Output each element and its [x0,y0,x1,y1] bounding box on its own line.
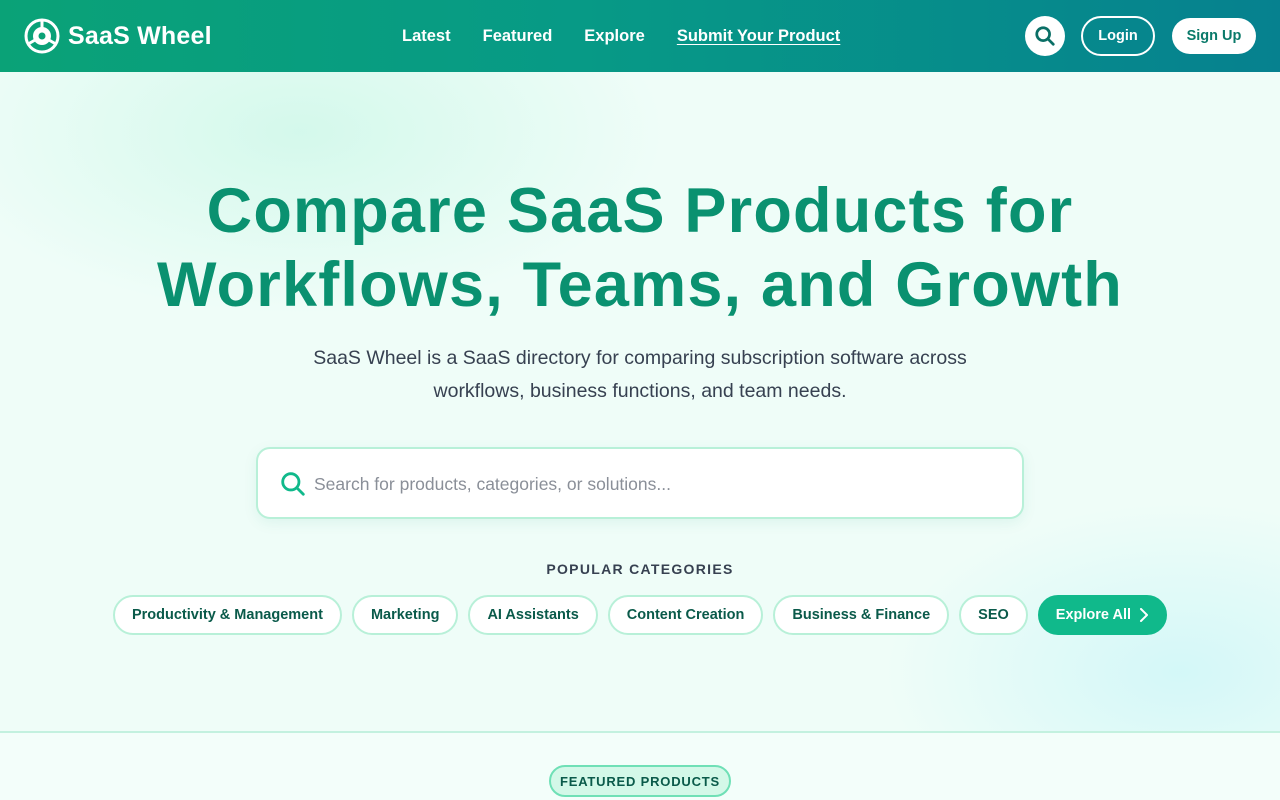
category-chip-content-creation[interactable]: Content Creation [607,595,764,635]
category-chip-ai-assistants[interactable]: AI Assistants [468,595,598,635]
category-chip-productivity[interactable]: Productivity & Management [112,595,342,635]
hero-subtitle: SaaS Wheel is a SaaS directory for compa… [290,342,990,408]
brand-logo-link[interactable]: SaaS Wheel [24,18,212,54]
nav-submit-product[interactable]: Submit Your Product [677,27,840,46]
hero-title-line-1: Compare SaaS Products for [206,176,1074,246]
featured-products-badge: FEATURED PRODUCTS [549,765,731,797]
site-header: SaaS Wheel Latest Featured Explore Submi… [0,0,1280,72]
featured-products-section: FEATURED PRODUCTS [0,733,1280,800]
search-icon [1035,26,1055,46]
nav-latest[interactable]: Latest [402,27,451,46]
brand-name: SaaS Wheel [68,21,212,50]
hero-subtitle-line-1: SaaS Wheel is a SaaS directory for compa… [313,347,967,369]
explore-all-label: Explore All [1055,607,1132,623]
category-chip-marketing[interactable]: Marketing [351,595,459,635]
category-chip-business-finance[interactable]: Business & Finance [773,595,950,635]
chevron-right-icon [1140,608,1149,622]
wheel-logo-icon [24,18,60,54]
header-search-button[interactable] [1025,16,1065,56]
hero-section: Compare SaaS Products for Workflows, Tea… [0,72,1280,732]
nav-featured[interactable]: Featured [483,27,553,46]
explore-all-button[interactable]: Explore All [1037,595,1168,635]
signup-button[interactable]: Sign Up [1172,18,1256,54]
nav-explore[interactable]: Explore [584,27,645,46]
login-button[interactable]: Login [1081,16,1155,56]
main-nav: Latest Featured Explore Submit Your Prod… [402,0,872,72]
hero-title: Compare SaaS Products for Workflows, Tea… [0,174,1280,322]
hero-search-box[interactable] [256,447,1024,519]
hero-title-line-2: Workflows, Teams, and Growth [157,250,1123,320]
hero-subtitle-line-2: workflows, business functions, and team … [433,380,847,402]
popular-categories-label: POPULAR CATEGORIES [546,561,734,577]
hero-search-input[interactable] [314,467,1004,501]
popular-categories-list: Productivity & Management Marketing AI A… [0,595,1280,635]
category-chip-seo[interactable]: SEO [959,595,1028,635]
search-icon [281,472,305,496]
